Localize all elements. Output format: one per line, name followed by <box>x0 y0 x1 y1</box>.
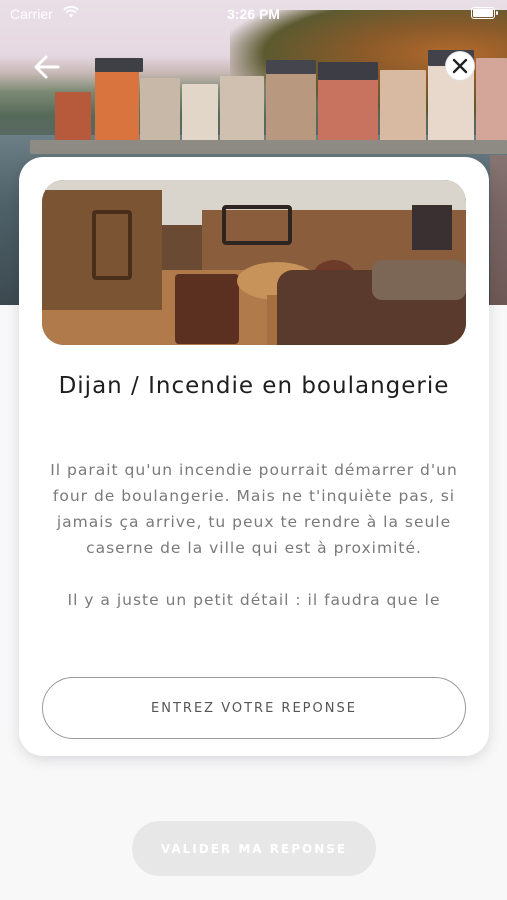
validate-answer-button[interactable]: VALIDER MA REPONSE <box>132 821 376 876</box>
riddle-paragraph: Il parait qu'un incendie pourrait démarr… <box>50 461 458 557</box>
riddle-description: Il parait qu'un incendie pourrait démarr… <box>39 457 469 637</box>
back-button[interactable] <box>30 50 64 84</box>
riddle-title: Dijan / Incendie en boulangerie <box>58 373 450 399</box>
status-bar: Carrier 3:26 PM <box>0 0 507 28</box>
enter-answer-button[interactable]: ENTREZ VOTRE REPONSE <box>42 677 466 739</box>
cafe-photo <box>42 180 466 345</box>
battery-icon <box>471 7 498 19</box>
close-button[interactable] <box>445 51 475 81</box>
status-time: 3:26 PM <box>227 6 280 22</box>
riddle-paragraph: Il y a juste un petit détail : il faudra… <box>67 591 441 609</box>
close-icon <box>452 58 468 74</box>
arrow-left-icon <box>34 55 60 79</box>
riddle-card: Dijan / Incendie en boulangerie Il parai… <box>19 157 489 756</box>
